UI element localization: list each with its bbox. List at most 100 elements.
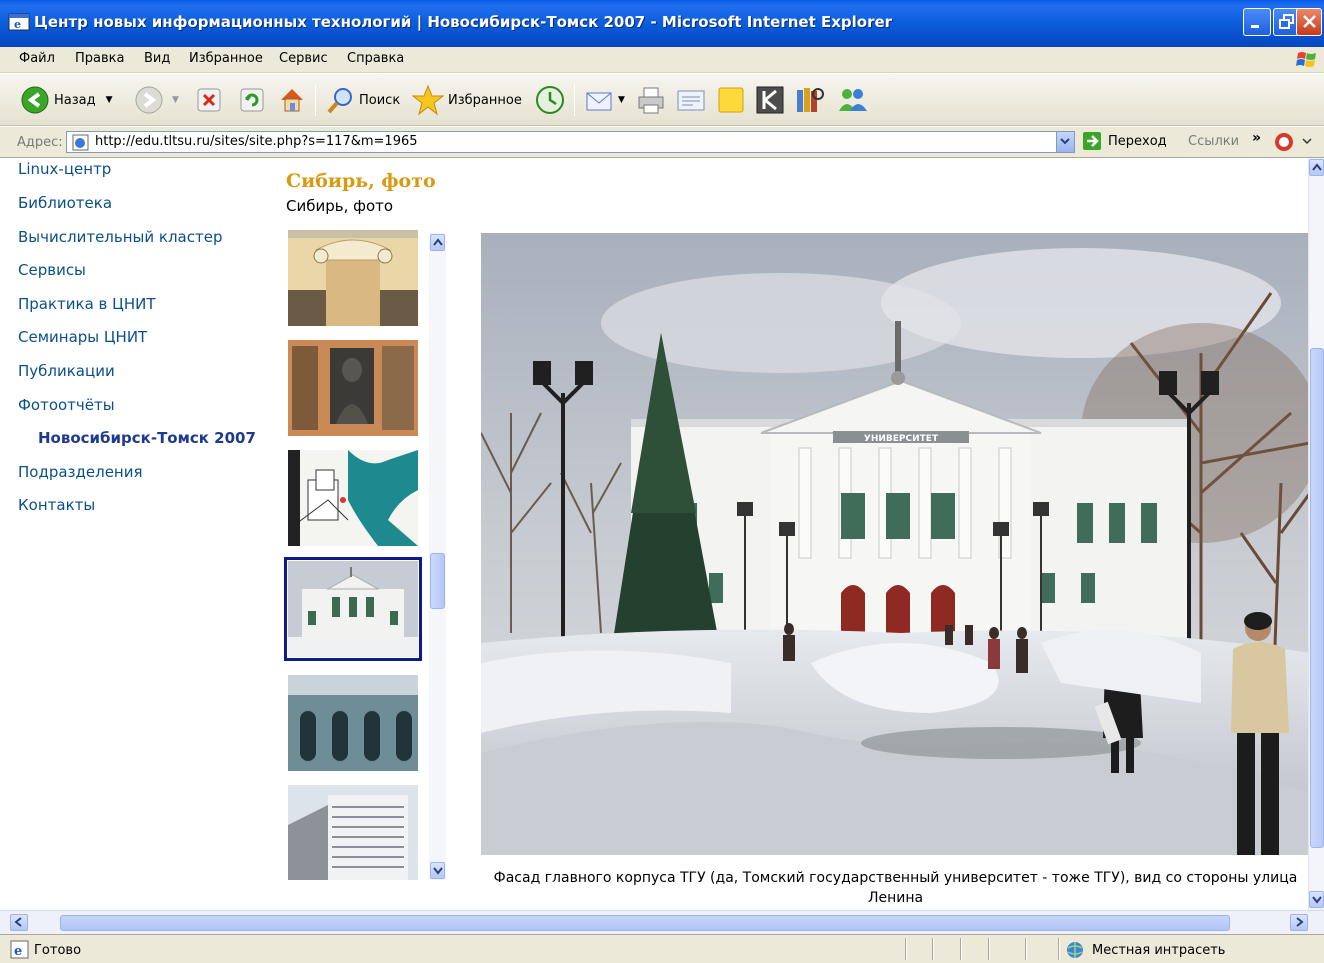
vertical-scrollbar[interactable]	[1308, 158, 1324, 910]
home-button[interactable]	[277, 83, 307, 117]
favorites-button[interactable]: Избранное	[412, 83, 522, 117]
nav-departments[interactable]: Подразделения	[18, 463, 143, 481]
nav-cluster[interactable]: Вычислительный кластер	[18, 228, 222, 246]
notes-button[interactable]	[716, 83, 746, 117]
books-icon	[797, 88, 824, 112]
nav-seminars[interactable]: Семинары ЦНИТ	[18, 328, 147, 346]
messenger-icon	[839, 89, 867, 111]
stop-button[interactable]	[196, 83, 222, 117]
chevron-down-icon	[433, 867, 443, 875]
scroll-thumb[interactable]	[430, 553, 445, 609]
gallery-title: Сибирь, фото	[286, 170, 436, 192]
nav-contacts[interactable]: Контакты	[18, 496, 95, 514]
thumbnail-image[interactable]	[288, 450, 418, 546]
sticky-note-icon	[718, 87, 744, 113]
toolbar: Назад ▼ ▼ Поиск Избранное ▼	[0, 74, 1324, 126]
nav-novosibirsk-tomsk-2007[interactable]: Новосибирск-Томск 2007	[38, 429, 256, 447]
chevron-down-icon[interactable]: ▼	[172, 95, 179, 105]
chevron-down-icon	[1060, 138, 1070, 145]
menu-favorites[interactable]: Избранное	[189, 51, 263, 66]
svg-text:e: e	[14, 944, 22, 959]
forward-arrow-icon	[135, 86, 163, 114]
university-building-thumb	[288, 561, 418, 657]
nav-photo-reports[interactable]: Фотоотчёты	[18, 396, 115, 414]
menu-help[interactable]: Справка	[347, 51, 404, 66]
page-icon	[72, 134, 89, 151]
k-button[interactable]	[755, 83, 785, 117]
nav-linux-center[interactable]: Linux-центр	[18, 160, 111, 178]
chevron-right-icon	[1296, 917, 1304, 927]
menu-tools[interactable]: Сервис	[279, 51, 328, 66]
print-button[interactable]	[636, 83, 666, 117]
menu-view[interactable]: Вид	[144, 51, 170, 66]
chevron-down-icon	[1312, 896, 1322, 904]
photo-caption: Фасад главного корпуса ТГУ (да, Томский …	[493, 870, 1298, 906]
home-icon	[281, 89, 303, 112]
refresh-button[interactable]	[239, 83, 265, 117]
intranet-globe-icon	[1067, 942, 1083, 958]
back-arrow-icon	[21, 86, 49, 114]
thumbnail-image-selected[interactable]	[284, 557, 422, 661]
thumbnail-image[interactable]	[288, 230, 418, 326]
edit-page-icon	[677, 90, 705, 111]
thumbnail-strip	[284, 230, 448, 880]
column-capital-photo	[288, 230, 418, 326]
scroll-right-button[interactable]	[1290, 914, 1308, 931]
horizontal-scrollbar[interactable]	[0, 910, 1324, 934]
thumbnail-image[interactable]	[288, 785, 418, 880]
nav-services[interactable]: Сервисы	[18, 261, 86, 279]
messenger-button[interactable]	[836, 83, 870, 117]
nav-publications[interactable]: Публикации	[18, 362, 115, 380]
thumbnail-scrollbar[interactable]	[429, 233, 446, 880]
minimize-button[interactable]	[1243, 8, 1271, 36]
wall-plaque-photo	[288, 340, 418, 436]
address-dropdown-button[interactable]	[1056, 132, 1074, 152]
scroll-left-button[interactable]	[10, 914, 28, 931]
mail-icon	[586, 92, 612, 111]
nav-library[interactable]: Библиотека	[18, 194, 112, 212]
restore-icon	[1279, 14, 1294, 29]
menu-edit[interactable]: Правка	[75, 51, 124, 66]
windows-logo-icon	[1296, 52, 1316, 67]
search-label: Поиск	[359, 92, 401, 108]
back-label: Назад	[54, 92, 96, 108]
close-button[interactable]	[1296, 8, 1322, 36]
minimize-icon	[1251, 25, 1259, 28]
history-button[interactable]	[534, 83, 566, 117]
scroll-thumb[interactable]	[1310, 348, 1324, 848]
chevron-right-double-icon[interactable]: »	[1252, 130, 1261, 146]
forward-button[interactable]: ▼	[134, 83, 179, 117]
scroll-thumb[interactable]	[60, 915, 1230, 931]
history-icon	[536, 86, 564, 114]
go-button[interactable]: Переход	[1082, 131, 1167, 151]
facade-detail-photo	[288, 675, 418, 771]
address-url: http://edu.tltsu.ru/sites/site.php?s=117…	[95, 134, 418, 149]
scroll-down-button[interactable]	[1309, 891, 1324, 908]
back-button[interactable]: Назад ▼	[20, 83, 113, 117]
thumbnail-image[interactable]	[288, 675, 418, 771]
menu-file[interactable]: Файл	[19, 51, 55, 66]
scroll-up-button[interactable]	[430, 234, 445, 251]
scroll-up-button[interactable]	[1309, 159, 1324, 176]
chevron-down-icon[interactable]: ▼	[618, 95, 625, 105]
go-label: Переход	[1108, 133, 1167, 149]
zone-label: Местная интрасеть	[1092, 942, 1226, 958]
building-sign: УНИВЕРСИТЕТ	[864, 434, 939, 444]
chevron-down-icon[interactable]: ▼	[106, 95, 113, 105]
page-viewport: Linux-центр Библиотека Вычислительный кл…	[0, 158, 1308, 910]
nav-practice[interactable]: Практика в ЦНИТ	[18, 295, 155, 313]
translate-icon[interactable]	[1273, 131, 1313, 153]
thumbnail-image[interactable]	[288, 340, 418, 436]
mail-button[interactable]: ▼	[584, 83, 625, 117]
title-bar: e Центр новых информационных технологий …	[0, 0, 1324, 47]
search-button[interactable]: Поиск	[325, 83, 400, 117]
scroll-down-button[interactable]	[430, 862, 445, 879]
svg-text:e: e	[14, 18, 21, 31]
status-text: Готово	[34, 943, 82, 958]
research-button[interactable]	[794, 83, 826, 117]
links-button[interactable]: Ссылки	[1188, 134, 1239, 149]
address-bar: Адрес: http://edu.tltsu.ru/sites/site.ph…	[0, 127, 1324, 158]
window-title: Центр новых информационных технологий | …	[34, 13, 893, 31]
address-input[interactable]: http://edu.tltsu.ru/sites/site.php?s=117…	[66, 131, 1075, 153]
edit-button[interactable]	[675, 83, 707, 117]
